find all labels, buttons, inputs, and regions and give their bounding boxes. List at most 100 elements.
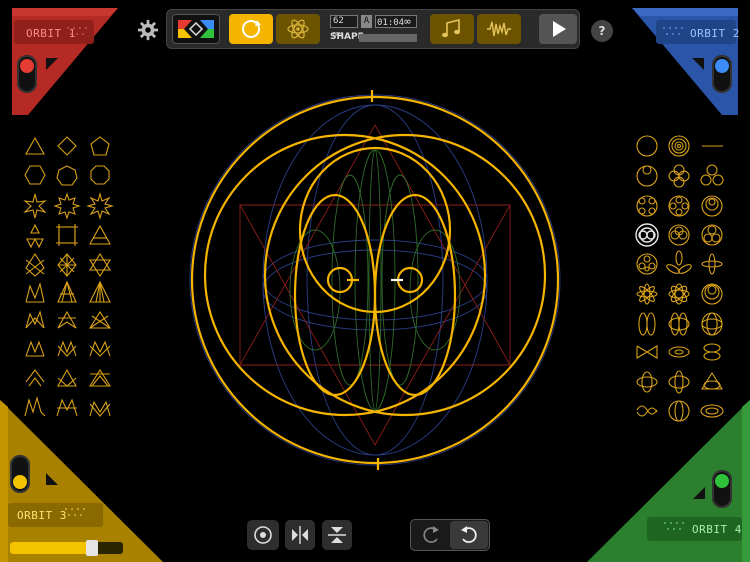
knot-1-shape[interactable]	[636, 371, 658, 393]
rosette-2-shape[interactable]	[668, 195, 690, 217]
palette-icon	[178, 20, 214, 38]
flower-3-shape[interactable]	[668, 283, 690, 305]
mirror-vertical-icon	[328, 527, 346, 543]
music-button[interactable]	[430, 14, 474, 44]
wave-2-shape[interactable]	[700, 404, 724, 418]
infinity-shape[interactable]	[668, 164, 690, 188]
pentagon-shape[interactable]	[90, 136, 110, 156]
time-value: 01:04	[377, 18, 405, 28]
spiral-shape[interactable]	[668, 135, 690, 157]
orbit-1-toggle[interactable]	[17, 55, 37, 93]
octagon-shape[interactable]	[90, 165, 110, 185]
rotate-cw-icon	[461, 526, 477, 543]
triangle-shape[interactable]	[25, 136, 45, 155]
orbit-2-toggle[interactable]	[712, 55, 732, 93]
crown-2-shape[interactable]	[57, 310, 77, 329]
orbit-3-slider[interactable]	[10, 540, 123, 556]
lissajous-2-shape[interactable]	[668, 312, 690, 336]
atom-mode-button[interactable]	[276, 14, 320, 44]
spiral-2-shape[interactable]	[701, 283, 723, 305]
rotation-toggle-group	[410, 519, 490, 551]
ring-dot-shape[interactable]	[636, 165, 658, 187]
trefoil-shape[interactable]	[700, 164, 724, 186]
bpm-display[interactable]: 62 BPM	[330, 15, 358, 38]
eye-shape[interactable]	[668, 346, 690, 358]
orb-shape[interactable]	[668, 400, 690, 422]
selected-rings-shape[interactable]	[635, 223, 659, 247]
music-note-icon	[442, 18, 460, 38]
star-8-shape[interactable]	[53, 192, 81, 220]
orbit-2-toggle-knob	[715, 59, 729, 73]
wave-1-shape[interactable]	[636, 405, 658, 417]
hexagon-shape[interactable]	[24, 165, 46, 185]
orbit-3-toggle[interactable]	[10, 455, 30, 493]
chevron-3-shape[interactable]	[89, 368, 111, 387]
zigzag-1-shape[interactable]	[24, 395, 46, 417]
orbit-3-slider-thumb[interactable]	[86, 540, 98, 556]
star-6-shape[interactable]	[23, 193, 47, 219]
heptagon-shape[interactable]	[56, 165, 78, 186]
waveform-button[interactable]	[477, 14, 521, 44]
rotate-ccw-icon	[423, 526, 439, 543]
pyramid-shape[interactable]	[89, 224, 111, 245]
knot-3-shape[interactable]	[701, 371, 723, 390]
trefoil-2-shape[interactable]	[665, 250, 692, 275]
chevron-1-shape[interactable]	[25, 369, 45, 387]
zigzag-3-shape[interactable]	[89, 400, 111, 417]
lissajous-1-shape[interactable]	[638, 312, 656, 336]
chevron-2-shape[interactable]	[57, 368, 77, 387]
loop-ring-shape[interactable]	[701, 195, 723, 217]
flower-1-shape[interactable]	[636, 253, 658, 275]
lotus-3-shape[interactable]	[89, 340, 111, 357]
palette-button[interactable]	[172, 14, 220, 44]
mirror-horizontal-button[interactable]	[285, 520, 315, 550]
crown-1-shape[interactable]	[25, 310, 45, 329]
rosette-1-shape[interactable]	[636, 195, 658, 217]
play-button[interactable]	[539, 14, 577, 44]
key-display[interactable]: A	[361, 15, 372, 28]
orbit-mode-button[interactable]	[229, 14, 273, 44]
lotus-2-shape[interactable]	[57, 340, 77, 357]
orbit-visualization[interactable]	[175, 80, 575, 480]
gear-icon[interactable]	[137, 19, 159, 41]
orbit-cycle-icon	[242, 20, 261, 38]
rotate-cw-button[interactable]	[450, 521, 488, 549]
rosette-3-shape[interactable]	[668, 224, 690, 246]
spiky-2-shape[interactable]	[57, 280, 77, 303]
knot-2-shape[interactable]	[668, 370, 690, 394]
orbit-4-label: ORBIT 4	[692, 523, 742, 536]
shape-progress-bar[interactable]	[359, 34, 417, 42]
lotus-1-shape[interactable]	[25, 340, 45, 357]
right-shape-library	[635, 135, 724, 422]
orbit-2-shape	[632, 8, 738, 115]
center-button[interactable]	[247, 520, 279, 550]
left-shape-library	[23, 136, 115, 417]
crown-3-shape[interactable]	[89, 310, 111, 329]
star-lattice-3-shape[interactable]	[89, 252, 111, 278]
spiky-3-shape[interactable]	[89, 280, 111, 303]
bpm-value: 62	[333, 16, 344, 26]
double-loop-shape[interactable]	[703, 343, 721, 361]
spiky-1-shape[interactable]	[25, 282, 45, 303]
orbit-4-toggle[interactable]	[712, 470, 732, 508]
help-button[interactable]: ?	[591, 20, 613, 42]
top-toolbar: 62 BPM A 01:04∞ SHAPE	[166, 9, 580, 49]
quatrefoil-shape[interactable]	[701, 253, 723, 275]
star-lattice-2-shape[interactable]	[57, 253, 77, 277]
star-lattice-1-shape[interactable]	[25, 252, 45, 277]
square-cross-shape[interactable]	[56, 224, 78, 246]
radiation-shape[interactable]	[26, 223, 44, 249]
time-display[interactable]: 01:04∞	[375, 15, 417, 28]
atom-icon	[287, 19, 309, 39]
rosette-4-shape[interactable]	[701, 224, 723, 246]
zigzag-2-shape[interactable]	[56, 398, 78, 417]
rotate-ccw-button[interactable]	[412, 521, 448, 549]
mirror-horizontal-icon	[292, 526, 308, 544]
lissajous-3-shape[interactable]	[701, 312, 723, 336]
circle-shape[interactable]	[636, 135, 658, 157]
diamond-shape[interactable]	[57, 136, 77, 156]
star-burst-shape[interactable]	[85, 191, 115, 221]
mirror-vertical-button[interactable]	[322, 520, 352, 550]
flower-2-shape[interactable]	[636, 283, 658, 305]
bowtie-shape[interactable]	[636, 345, 658, 359]
